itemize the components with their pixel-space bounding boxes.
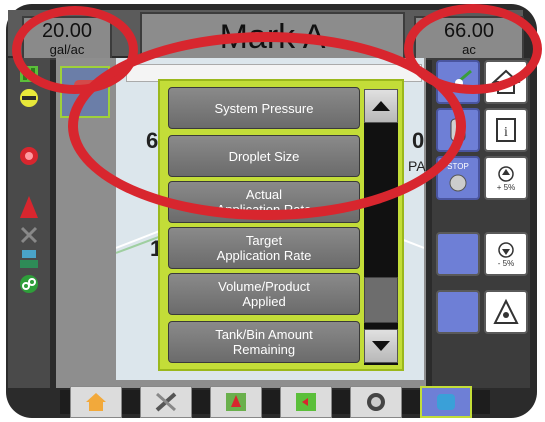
selection-menu: System Pressure Droplet Size Actual Appl… (158, 79, 404, 371)
menu-item-system-pressure[interactable]: System Pressure (168, 87, 360, 129)
home-icon (491, 69, 521, 94)
application-rate-value: 20.00 (41, 20, 93, 42)
nav-guidance-button[interactable] (210, 386, 262, 418)
stop-label: STOP (447, 161, 469, 171)
left-toolbar-icons (20, 66, 38, 293)
home-icon (86, 393, 106, 411)
stop-icon (449, 174, 467, 191)
boom-section-icon (20, 66, 38, 82)
menu-item-volume-product-applied[interactable]: Volume/Product Applied (168, 273, 360, 315)
rate-increase-label: + 5% (496, 182, 516, 192)
camera-icon (367, 393, 385, 411)
menu-item-droplet-size[interactable]: Droplet Size (168, 135, 360, 177)
menu-scrollbar[interactable] (364, 89, 398, 365)
rate-decrease-button[interactable]: - 5% (484, 232, 528, 276)
rate-increase-button[interactable]: + 5% (484, 156, 528, 200)
application-rate-box[interactable]: 20.00 gal/ac (22, 16, 112, 60)
menu-item-actual-application-rate[interactable]: Actual Application Rate (168, 181, 360, 223)
link-icon (20, 275, 38, 293)
product-button[interactable] (484, 290, 528, 334)
application-rate-unit: gal/ac (49, 42, 85, 57)
info-icon: i (496, 118, 516, 142)
empty-slot-2[interactable] (436, 290, 480, 334)
record-icon (20, 147, 38, 165)
guidance-button[interactable] (436, 60, 480, 104)
warning-cone-icon (20, 196, 38, 244)
background-value-left: 6 (146, 128, 159, 153)
chevron-up-icon (372, 101, 390, 111)
vehicle-icon (74, 80, 100, 90)
area-box[interactable]: 66.00 ac (414, 16, 524, 60)
tank-icon (450, 118, 466, 142)
nav-camera-button[interactable] (350, 386, 402, 418)
title-box: Mark A (140, 12, 405, 62)
guidance-icon (444, 69, 472, 95)
menu-item-tank-bin-amount-remaining[interactable]: Tank/Bin Amount Remaining (168, 321, 360, 363)
background-unit-right: PA (408, 158, 426, 174)
info-button[interactable]: i (484, 108, 528, 152)
nav-map-button[interactable] (280, 386, 332, 418)
menu-scroll-thumb[interactable] (364, 277, 398, 323)
guidance-icon (226, 393, 246, 411)
nav-tank-button[interactable] (420, 386, 472, 418)
tank-icon (437, 394, 455, 410)
home-button[interactable] (484, 60, 528, 104)
scroll-down-button[interactable] (364, 329, 398, 363)
mini-map-button[interactable] (60, 66, 110, 118)
scroll-up-button[interactable] (364, 89, 398, 123)
rate-decrease-label: - 5% (497, 258, 515, 268)
rate-increase-icon (498, 165, 514, 182)
page-title: Mark A (219, 18, 326, 56)
area-value: 66.00 (443, 20, 495, 42)
background-value-right: 0 (412, 128, 425, 153)
empty-slot-1[interactable] (436, 232, 480, 276)
stop-button[interactable]: STOP (436, 156, 480, 200)
tools-icon (155, 392, 177, 412)
implement-icon (20, 250, 38, 268)
left-toolbar (8, 58, 50, 388)
menu-item-target-application-rate[interactable]: Target Application Rate (168, 227, 360, 269)
rate-decrease-icon (498, 241, 514, 258)
nav-tools-button[interactable] (140, 386, 192, 418)
master-switch-icon (20, 89, 38, 107)
area-unit: ac (462, 42, 476, 57)
nav-home-button[interactable] (70, 386, 122, 418)
product-icon (493, 298, 519, 324)
tank-button[interactable] (436, 108, 480, 152)
map-icon (296, 393, 316, 411)
chevron-down-icon (372, 341, 390, 351)
svg-text:i: i (504, 125, 508, 140)
